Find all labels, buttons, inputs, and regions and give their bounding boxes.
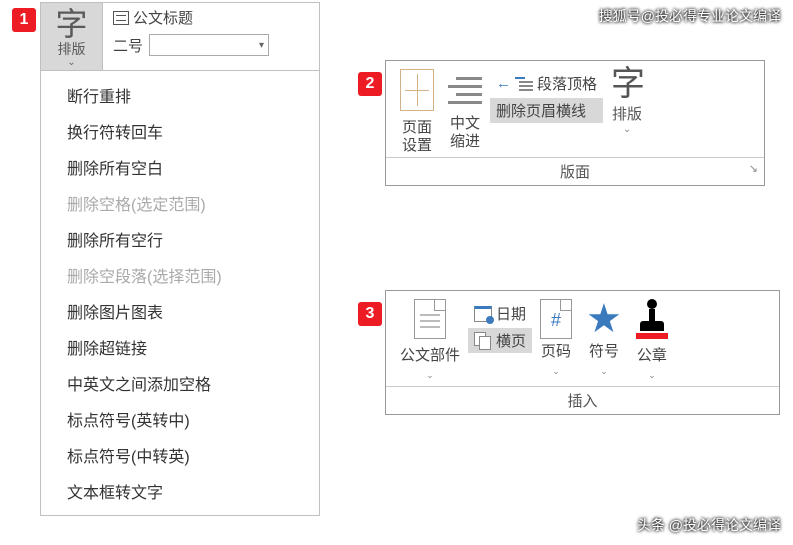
page-setup-icon <box>400 69 434 111</box>
cn-indent-label: 中文 缩进 <box>448 115 482 151</box>
typeset-menu-item[interactable]: 删除所有空白 <box>41 149 319 185</box>
page-setup-button[interactable]: 页面 设置 <box>394 67 440 157</box>
chevron-down-icon: ⌄ <box>41 57 102 68</box>
doc-title-label: 公文标题 <box>133 7 193 28</box>
fontsize-label: 二号 <box>113 35 143 56</box>
stamp-icon <box>636 299 668 339</box>
typeset-menu-item[interactable]: 标点符号(中转英) <box>41 437 319 473</box>
marker-2: 2 <box>358 72 382 96</box>
page-number-button[interactable]: # 页码 ⌄ <box>534 297 578 386</box>
typeset-menu-item[interactable]: 中英文之间添加空格 <box>41 365 319 401</box>
dialog-launcher-icon[interactable]: ↘ <box>749 162 758 175</box>
marker-1: 1 <box>12 8 36 32</box>
indent-icon <box>448 73 482 107</box>
doc-title-button[interactable]: 公文标题 <box>113 7 309 28</box>
typeset-menu-item[interactable]: 删除图片图表 <box>41 293 319 329</box>
typeset-button-2[interactable]: 字 排版 ⌄ <box>605 67 649 157</box>
typeset-glyph: 字 <box>611 67 643 103</box>
group-label-insert: 插入 <box>567 393 597 410</box>
stamp-button[interactable]: 公章 ⌄ <box>630 297 674 386</box>
landscape-page-label: 横页 <box>496 330 526 351</box>
watermark-bottom: 头条 @投必得论文编译 <box>637 515 781 535</box>
typeset-menu-item[interactable]: 删除超链接 <box>41 329 319 365</box>
chevron-down-icon: ▾ <box>259 40 264 51</box>
insert-date-label: 日期 <box>496 303 526 324</box>
doc-parts-label: 公文部件 <box>400 347 460 364</box>
chevron-down-icon: ⌄ <box>648 370 656 380</box>
chevron-down-icon: ⌄ <box>600 366 608 376</box>
typeset-menu-item: 删除空段落(选择范围) <box>41 257 319 293</box>
typeset-menu-item[interactable]: 文本框转文字 <box>41 473 319 509</box>
typeset-menu-item[interactable]: 换行符转回车 <box>41 113 319 149</box>
marker-3: 3 <box>358 302 382 326</box>
pages-icon <box>474 332 492 350</box>
typeset-label: 排版 <box>611 103 643 124</box>
typeset-menu-item[interactable]: 标点符号(英转中) <box>41 401 319 437</box>
chevron-down-icon: ⌄ <box>611 124 643 135</box>
symbol-label: 符号 <box>589 343 619 360</box>
fontsize-select[interactable]: ▾ <box>149 34 269 56</box>
cn-indent-button[interactable]: 中文 缩进 <box>442 67 488 157</box>
star-icon: ★ <box>586 299 622 339</box>
calendar-icon <box>474 306 492 322</box>
typeset-menu: 断行重排换行符转回车删除所有空白删除空格(选定范围)删除所有空行删除空段落(选择… <box>41 71 319 515</box>
stamp-label: 公章 <box>637 347 667 364</box>
page-setup-label: 页面 设置 <box>400 119 434 155</box>
delete-header-line-label: 删除页眉横线 <box>496 100 586 121</box>
symbol-button[interactable]: ★ 符号 ⌄ <box>580 297 628 386</box>
group-label-layout: 版面 <box>560 164 590 181</box>
insert-date-button[interactable]: 日期 <box>468 301 532 326</box>
chevron-down-icon: ⌄ <box>552 366 560 376</box>
para-topformat-button[interactable]: ← 段落顶格 <box>490 71 603 96</box>
typeset-menu-item[interactable]: 断行重排 <box>41 77 319 113</box>
arrow-left-icon: ← <box>496 75 511 92</box>
page-number-icon: # <box>540 299 572 339</box>
layout-ribbon-group: 页面 设置 中文 缩进 ← 段落顶格 删除页眉横线 字 排版 ⌄ 版面 ↘ <box>385 60 765 186</box>
chevron-down-icon: ⌄ <box>426 370 434 380</box>
typeset-button[interactable]: 字 排版 ⌄ <box>41 3 103 70</box>
typeset-menu-item[interactable]: 删除所有空行 <box>41 221 319 257</box>
typeset-menu-item: 删除空格(选定范围) <box>41 185 319 221</box>
doc-icon <box>414 299 446 339</box>
title-icon <box>113 11 129 25</box>
doc-parts-button[interactable]: 公文部件 ⌄ <box>394 297 466 386</box>
page-number-label: 页码 <box>541 343 571 360</box>
landscape-page-button[interactable]: 横页 <box>468 328 532 353</box>
typeset-dropdown-panel: 字 排版 ⌄ 公文标题 二号 ▾ 断行重排换行符转回车删除所有空白删除空格(选定… <box>40 2 320 516</box>
typeset-glyph: 字 <box>41 7 102 41</box>
typeset-label: 排版 <box>41 41 102 57</box>
delete-header-line-button[interactable]: 删除页眉横线 <box>490 98 603 123</box>
para-topformat-label: 段落顶格 <box>537 73 597 94</box>
topformat-icon <box>515 77 533 91</box>
watermark-top: 搜狐号@投必得专业论文编译 <box>599 6 781 26</box>
insert-ribbon-group: 公文部件 ⌄ 日期 横页 # 页码 ⌄ ★ 符号 ⌄ <box>385 290 780 415</box>
